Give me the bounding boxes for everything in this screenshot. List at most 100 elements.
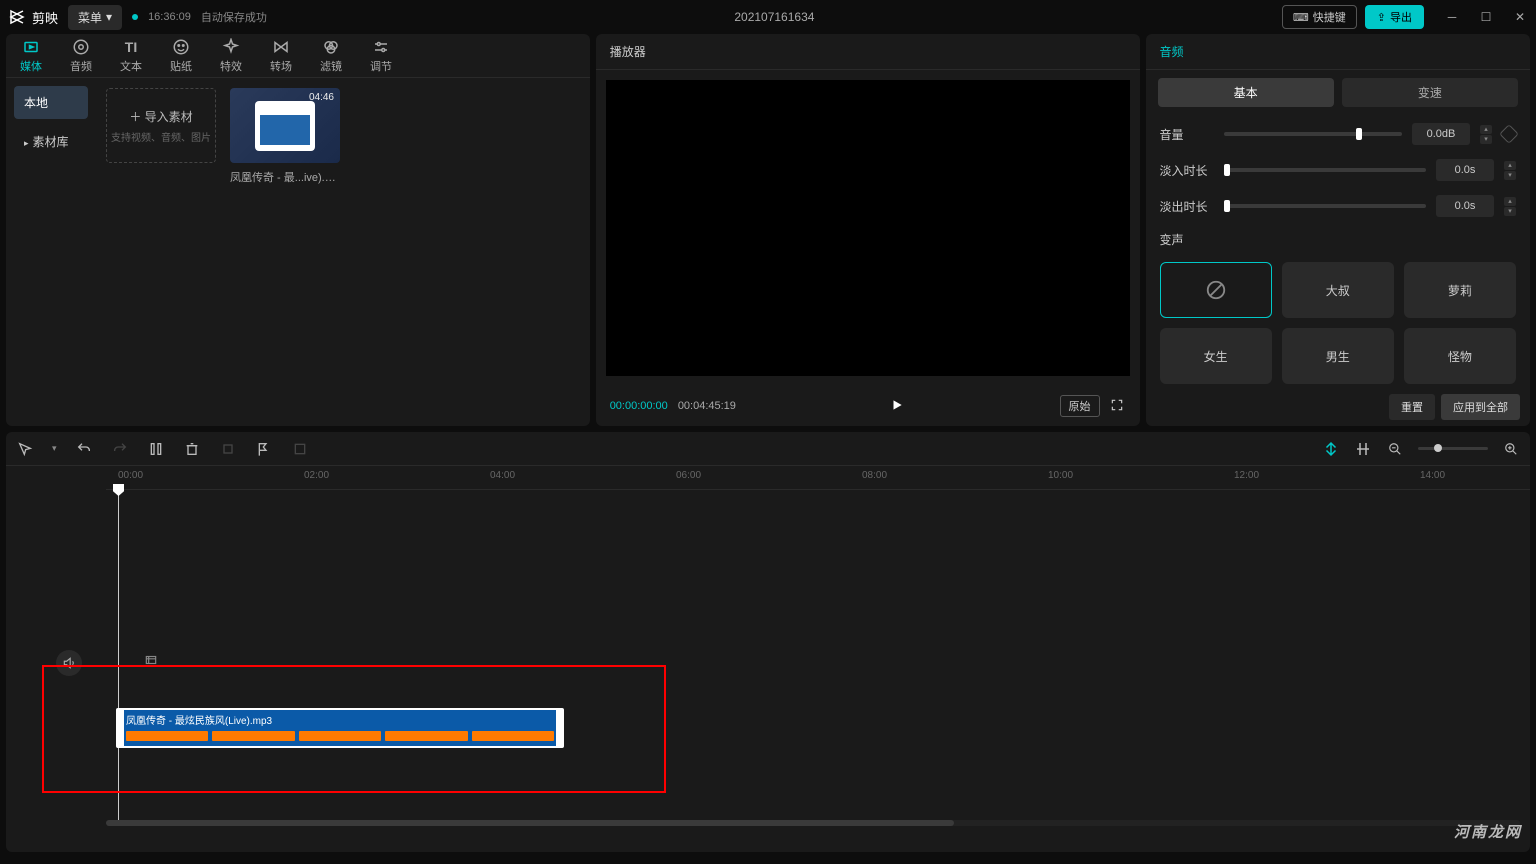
fadeout-slider[interactable] <box>1224 204 1426 208</box>
title-bar: 剪映 菜单 ▾ 16:36:09 自动保存成功 202107161634 ⌨ 快… <box>0 0 1536 34</box>
timeline-toolbar: ▾ <box>6 432 1530 466</box>
export-icon: ⇪ <box>1377 11 1386 24</box>
apply-all-button[interactable]: 应用到全部 <box>1441 394 1520 420</box>
fadeout-row: 淡出时长 0.0s ▴▾ <box>1160 195 1516 217</box>
play-button[interactable] <box>890 398 906 414</box>
tab-label: 转场 <box>270 58 292 74</box>
select-tool[interactable] <box>16 440 34 458</box>
split-tool[interactable] <box>147 440 165 458</box>
minimize-button[interactable]: ─ <box>1444 9 1460 25</box>
ruler-mark: 02:00 <box>304 470 329 481</box>
app-logo: 剪映 <box>8 8 58 27</box>
plus-icon: ＋ <box>129 110 144 124</box>
fadein-value[interactable]: 0.0s <box>1436 159 1494 181</box>
chevron-down-icon: ▾ <box>106 10 112 24</box>
audio-clip-name: 凤凰传奇 - 最炫民族风(Live).mp3 <box>126 712 554 727</box>
fadeout-value[interactable]: 0.0s <box>1436 195 1494 217</box>
tab-filter[interactable]: 滤镜 <box>320 38 342 74</box>
voice-male[interactable]: 男生 <box>1282 328 1394 384</box>
fadein-slider[interactable] <box>1224 168 1426 172</box>
tab-text[interactable]: TI 文本 <box>120 38 142 74</box>
media-body: 本地 ▸素材库 ＋ 导入素材 支持视频、音频、图片 04:46 凤凰传奇 - 最… <box>6 78 590 426</box>
chevron-down-icon[interactable]: ▾ <box>52 443 57 454</box>
timeline-scrollbar[interactable] <box>106 820 1520 826</box>
audio-icon <box>72 38 90 56</box>
tab-sticker[interactable]: 贴纸 <box>170 38 192 74</box>
timecode-total: 00:04:45:19 <box>678 400 736 412</box>
import-media-button[interactable]: ＋ 导入素材 支持视频、音频、图片 <box>106 88 216 163</box>
shortcut-label: 快捷键 <box>1313 9 1346 25</box>
preview-viewport[interactable] <box>606 80 1130 376</box>
tab-media[interactable]: 媒体 <box>20 38 42 74</box>
timeline-ruler[interactable]: 00:00 02:00 04:00 06:00 08:00 10:00 12:0… <box>106 466 1530 490</box>
voice-none[interactable] <box>1160 262 1272 318</box>
ruler-mark: 08:00 <box>862 470 887 481</box>
voice-female[interactable]: 女生 <box>1160 328 1272 384</box>
clip-handle-right[interactable] <box>556 710 564 746</box>
voice-monster[interactable]: 怪物 <box>1404 328 1516 384</box>
volume-value[interactable]: 0.0dB <box>1412 123 1470 145</box>
undo-button[interactable] <box>75 440 93 458</box>
tab-label: 音频 <box>70 58 92 74</box>
volume-label: 音量 <box>1160 126 1214 143</box>
properties-panel: 音频 基本 变速 音量 0.0dB ▴▾ 淡入时长 0.0s ▴▾ 淡出时长 <box>1146 34 1530 426</box>
volume-row: 音量 0.0dB ▴▾ <box>1160 123 1516 145</box>
freeze-tool[interactable] <box>291 440 309 458</box>
autosave-text: 自动保存成功 <box>201 9 267 25</box>
media-tab-strip: 媒体 音频 TI 文本 贴纸 特效 转场 <box>6 34 590 78</box>
crop-tool[interactable] <box>219 440 237 458</box>
fadeout-label: 淡出时长 <box>1160 198 1214 215</box>
menu-dropdown[interactable]: 菜单 ▾ <box>68 5 122 30</box>
zoom-in-button[interactable] <box>1502 440 1520 458</box>
tab-transition[interactable]: 转场 <box>270 38 292 74</box>
marker-tool[interactable] <box>255 440 273 458</box>
tab-audio[interactable]: 音频 <box>70 38 92 74</box>
fullscreen-button[interactable] <box>1110 398 1126 414</box>
media-grid: ＋ 导入素材 支持视频、音频、图片 04:46 凤凰传奇 - 最...ive).… <box>96 78 590 426</box>
volume-reset-icon[interactable] <box>1499 124 1519 144</box>
zoom-out-button[interactable] <box>1386 440 1404 458</box>
media-item[interactable]: 04:46 凤凰传奇 - 最...ive).mp3 <box>230 88 340 185</box>
tab-adjust[interactable]: 调节 <box>370 38 392 74</box>
autosave-indicator-icon <box>132 14 138 20</box>
export-label: 导出 <box>1390 9 1412 25</box>
fadein-stepper[interactable]: ▴▾ <box>1504 161 1516 180</box>
voice-grid: 大叔 萝莉 女生 男生 怪物 <box>1146 262 1530 384</box>
voice-loli[interactable]: 萝莉 <box>1404 262 1516 318</box>
timeline-body[interactable]: 凤凰传奇 - 最炫民族风(Live).mp3 <box>6 490 1530 830</box>
volume-slider[interactable] <box>1224 132 1402 136</box>
fadeout-stepper[interactable]: ▴▾ <box>1504 197 1516 216</box>
tab-speed[interactable]: 变速 <box>1342 78 1518 107</box>
delete-tool[interactable] <box>183 440 201 458</box>
properties-tabs: 基本 变速 <box>1146 70 1530 115</box>
reset-button[interactable]: 重置 <box>1389 394 1435 420</box>
aspect-ratio-button[interactable]: 原始 <box>1060 395 1100 417</box>
properties-list: 音量 0.0dB ▴▾ 淡入时长 0.0s ▴▾ 淡出时长 0.0s ▴▾ 变声 <box>1146 115 1530 256</box>
redo-button[interactable] <box>111 440 129 458</box>
close-button[interactable]: ✕ <box>1512 9 1528 25</box>
snap-toggle[interactable] <box>1322 440 1340 458</box>
link-toggle[interactable] <box>1354 440 1372 458</box>
window-controls: ─ ☐ ✕ <box>1444 9 1528 25</box>
export-button[interactable]: ⇪ 导出 <box>1365 5 1424 29</box>
category-local[interactable]: 本地 <box>14 86 88 119</box>
watermark: 河南龙网 <box>1454 821 1522 842</box>
tab-basic[interactable]: 基本 <box>1158 78 1334 107</box>
volume-stepper[interactable]: ▴▾ <box>1480 125 1492 144</box>
clip-handle-left[interactable] <box>116 710 124 746</box>
adjust-icon <box>372 38 390 56</box>
ruler-mark: 04:00 <box>490 470 515 481</box>
project-name: 202107161634 <box>277 10 1272 24</box>
media-filename: 凤凰传奇 - 最...ive).mp3 <box>230 169 340 185</box>
keyboard-icon: ⌨ <box>1293 11 1309 24</box>
shortcut-button[interactable]: ⌨ 快捷键 <box>1282 5 1357 29</box>
voice-uncle[interactable]: 大叔 <box>1282 262 1394 318</box>
zoom-slider[interactable] <box>1418 447 1488 450</box>
maximize-button[interactable]: ☐ <box>1478 9 1494 25</box>
media-icon <box>22 38 40 56</box>
tab-effects[interactable]: 特效 <box>220 38 242 74</box>
preview-title: 播放器 <box>596 34 1140 70</box>
audio-clip[interactable]: 凤凰传奇 - 最炫民族风(Live).mp3 <box>116 708 564 748</box>
category-library[interactable]: ▸素材库 <box>14 125 88 158</box>
ruler-mark: 06:00 <box>676 470 701 481</box>
